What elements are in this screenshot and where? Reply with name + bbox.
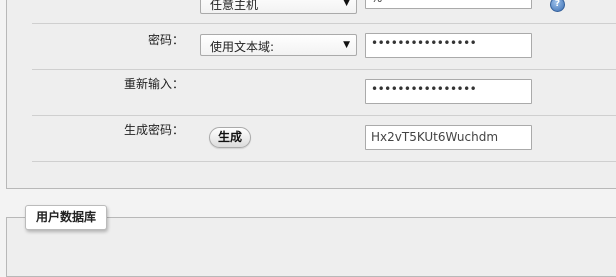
reenter-label: 重新输入：: [123, 77, 184, 91]
reenter-password-input[interactable]: ••••••••••••••••: [365, 79, 532, 104]
generate-button[interactable]: 生成: [209, 127, 251, 148]
chevron-down-icon: ▼: [343, 40, 350, 50]
generate-row: 生成密码： 生成 Hx2vT5KUt6Wuchdm: [32, 115, 616, 162]
password-mode-value: 使用文本域:: [210, 40, 275, 54]
reenter-row: 重新输入： ••••••••••••••••: [32, 69, 616, 116]
password-input[interactable]: ••••••••••••••••: [365, 33, 532, 58]
host-select-value: 任意主机: [210, 0, 259, 12]
password-row: 密码： 使用文本域: ▼ ••••••••••••••••: [32, 23, 616, 70]
reenter-input-value: ••••••••••••••••: [371, 82, 477, 96]
host-input[interactable]: %: [365, 0, 532, 9]
login-info-fieldset: 任意主机 ▼ % ? 密码： 使用文本域: ▼ ••••••••••••••••…: [6, 0, 616, 189]
chevron-down-icon: ▼: [343, 0, 350, 8]
generated-password-input[interactable]: Hx2vT5KUt6Wuchdm: [365, 125, 532, 150]
generate-password-label: 生成密码：: [123, 123, 184, 137]
help-icon[interactable]: ?: [550, 0, 565, 12]
generated-password-value: Hx2vT5KUt6Wuchdm: [371, 130, 499, 144]
password-mode-select[interactable]: 使用文本域: ▼: [200, 34, 357, 56]
host-select[interactable]: 任意主机 ▼: [200, 0, 357, 14]
password-input-value: ••••••••••••••••: [371, 36, 477, 50]
host-input-value: %: [371, 0, 382, 5]
password-label: 密码：: [147, 33, 184, 47]
host-row: 任意主机 ▼ % ?: [32, 0, 616, 24]
user-database-legend: 用户数据库: [25, 205, 108, 230]
